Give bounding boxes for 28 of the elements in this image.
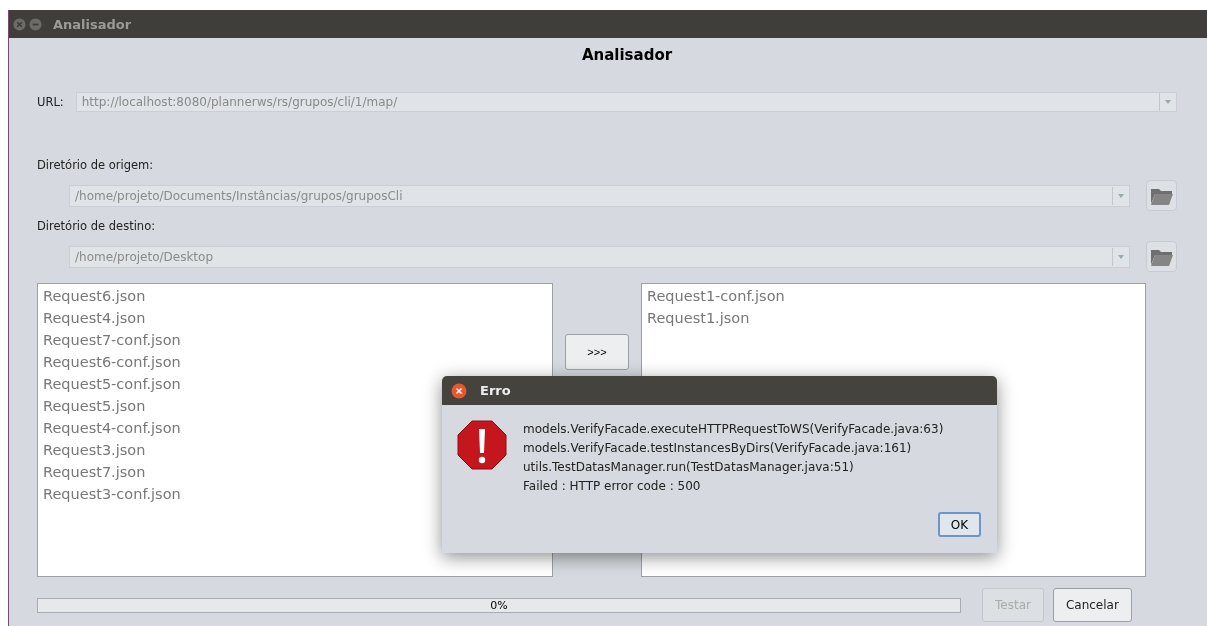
file-list-item[interactable]: Request1-conf.json: [647, 286, 1140, 308]
window-title: Analisador: [53, 16, 132, 32]
file-list-item[interactable]: Request6-conf.json: [43, 352, 547, 374]
file-list-item[interactable]: Request4.json: [43, 308, 547, 330]
error-icon: [457, 420, 507, 470]
target-label: Diretório de destino:: [37, 219, 157, 233]
ok-button[interactable]: OK: [938, 512, 981, 537]
dialog-title: Erro: [480, 383, 511, 398]
close-icon[interactable]: [451, 382, 467, 399]
folder-button[interactable]: [1146, 180, 1177, 211]
url-combo[interactable]: http://localhost:8080/plannerws/rs/grupos/cli/1/map/: [75, 92, 1177, 112]
url-label: URL:: [37, 95, 64, 109]
minimize-icon[interactable]: [29, 17, 42, 31]
source-label: Diretório de origem:: [37, 158, 155, 172]
file-list-item[interactable]: Request7-conf.json: [43, 330, 547, 352]
error-message-line: models.VerifyFacade.executeHTTPRequestToWS(VerifyFacade.java:63): [523, 421, 944, 438]
folder-button[interactable]: [1146, 241, 1177, 272]
file-list-item[interactable]: Request1.json: [647, 308, 1140, 330]
target-combo[interactable]: /home/projeto/Desktop: [69, 245, 1130, 268]
action-button[interactable]: Cancelar: [1052, 588, 1132, 622]
heading: Analisador: [580, 46, 674, 66]
move-button[interactable]: >>>: [565, 334, 629, 370]
file-list-item[interactable]: Request6.json: [43, 286, 547, 308]
error-message-line: Failed : HTTP error code : 500: [523, 478, 702, 495]
error-message-line: utils.TestDatasManager.run(TestDatasManager.java:51): [523, 459, 855, 476]
source-combo[interactable]: /home/projeto/Documents/Instâncias/grupos/gruposCli: [69, 184, 1130, 207]
error-message-line: models.VerifyFacade.testInstancesByDirs(VerifyFacade.java:161): [523, 440, 913, 457]
progress-reading: 0%: [489, 598, 509, 612]
